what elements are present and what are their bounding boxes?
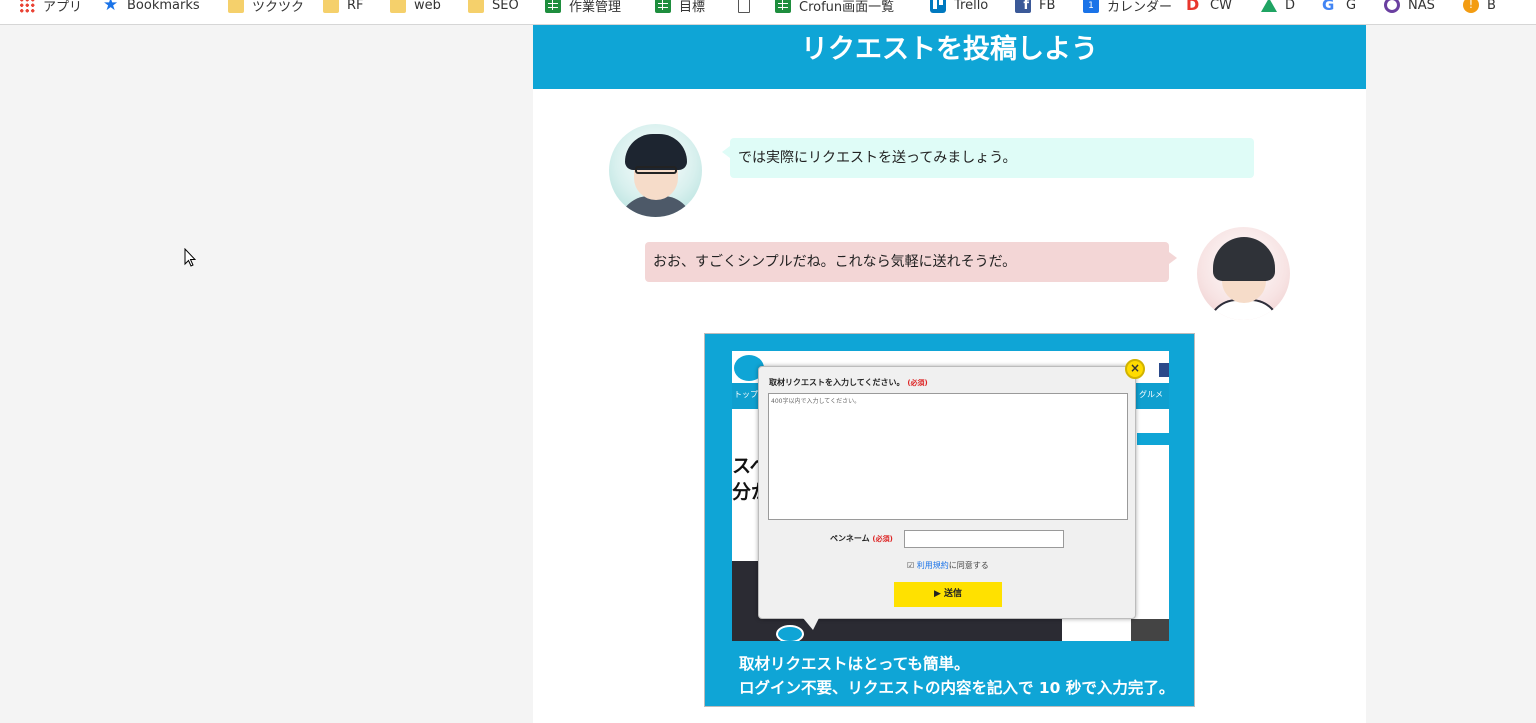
caption-line: 取材リクエストはとっても簡単。 (739, 655, 970, 673)
avatar-glasses-man (609, 124, 702, 217)
caption-line: ログイン不要、リクエストの内容を記入で 10 秒で入力完了。 (739, 679, 1175, 697)
bookmark-page[interactable] (738, 0, 758, 15)
bookmark-label: FB (1039, 0, 1056, 13)
calendar-icon: 1 (1083, 0, 1099, 13)
bookmark-label: web (414, 0, 441, 13)
bookmark-label: SEO (492, 0, 519, 13)
google-icon: G (1322, 0, 1335, 14)
bookmark-fb[interactable]: f FB (1015, 0, 1055, 15)
bookmark-sagyou-kanri[interactable]: 作業管理 (545, 0, 621, 15)
bookmark-label: ツクツク (252, 0, 305, 15)
avatar-suit-man (1197, 227, 1290, 320)
sheets-icon (775, 0, 791, 13)
terms-checkbox[interactable]: ☑ 利用規約に同意する (907, 560, 989, 571)
textarea-placeholder: 400字以内で入力してください。 (771, 398, 861, 405)
terms-link[interactable]: 利用規約 (917, 561, 949, 570)
bookmark-b[interactable]: ! B (1463, 0, 1496, 15)
bookmark-label: G (1346, 0, 1357, 13)
page-icon (738, 0, 750, 13)
close-icon[interactable]: × (1125, 359, 1145, 379)
bookmark-label: RF (347, 0, 364, 13)
chat-bubble-right: おお、すごくシンプルだね。これなら気軽に送れそうだ。 (645, 242, 1177, 282)
request-label: 取材リクエストを入力してください。 (必須) (769, 378, 928, 387)
facebook-icon: f (1015, 0, 1031, 13)
bookmark-label: Bookmarks (127, 0, 200, 13)
bookmark-nas[interactable]: NAS (1384, 0, 1435, 15)
sheets-icon (545, 0, 561, 13)
star-icon: ★ (103, 0, 119, 15)
folder-icon (390, 0, 406, 13)
b-icon: ! (1463, 0, 1479, 13)
required-mark: (必須) (907, 379, 928, 387)
bookmark-drive[interactable]: D (1261, 0, 1295, 15)
bookmark-label: B (1487, 0, 1496, 13)
chat-message: では実際にリクエストを送ってみましょう。 (738, 150, 1017, 166)
chat-message: おお、すごくシンプルだね。これなら気軽に送れそうだ。 (653, 254, 1017, 270)
bookmark-crofun[interactable]: Crofun画面一覧 (775, 0, 894, 15)
site-screenshot: トップ グルメ スペ 分か 取材リクエストを入力してください。 (必須) 400… (732, 351, 1169, 641)
bookmark-bookmarks[interactable]: ★ Bookmarks (103, 0, 200, 15)
bookmark-cw[interactable]: D CW (1186, 0, 1232, 15)
penname-input[interactable] (904, 530, 1064, 548)
facebook-icon (1159, 363, 1169, 377)
section-banner: リクエストを投稿しよう (533, 25, 1366, 89)
modal-tail (803, 618, 819, 630)
submit-button[interactable]: ▶ 送信 (894, 582, 1002, 607)
bookmark-seo[interactable]: SEO (468, 0, 519, 15)
section-title: リクエストを投稿しよう (801, 34, 1098, 65)
terms-text: に同意する (948, 561, 989, 570)
bookmark-label: アプリ (43, 0, 83, 15)
bookmark-label: D (1285, 0, 1296, 13)
request-modal: 取材リクエストを入力してください。 (必須) 400字以内で入力してください。 … (758, 359, 1145, 630)
request-textarea[interactable]: 400字以内で入力してください。 (768, 393, 1128, 520)
bookmark-rf[interactable]: RF (323, 0, 364, 15)
bookmark-label: CW (1210, 0, 1232, 13)
nav-label: グルメ (1139, 390, 1163, 399)
request-form-figure: トップ グルメ スペ 分か 取材リクエストを入力してください。 (必須) 400… (704, 333, 1195, 707)
required-mark: (必須) (872, 535, 893, 543)
bookmark-label: NAS (1408, 0, 1435, 13)
bookmark-label: 目標 (679, 0, 706, 15)
bookmark-label: Crofun画面一覧 (799, 0, 895, 15)
trello-icon (930, 0, 946, 13)
chat-bubble-left: では実際にリクエストを送ってみましょう。 (722, 138, 1254, 178)
bookmark-web[interactable]: web (390, 0, 441, 15)
thumbnail-image (1131, 619, 1169, 641)
penname-label: ペンネーム (必須) (830, 534, 893, 543)
chatwork-icon: D (1186, 0, 1200, 14)
folder-icon (323, 0, 339, 13)
nas-icon (1384, 0, 1400, 13)
bookmark-apps[interactable]: アプリ (19, 0, 82, 15)
nav-label: トップ (734, 390, 758, 399)
article-column: リクエストを投稿しよう では実際にリクエストを送ってみましょう。 おお、すごくシ… (533, 25, 1366, 723)
folder-icon (468, 0, 484, 13)
bookmark-tsukutsuku[interactable]: ツクツク (228, 0, 304, 15)
bookmark-label: 作業管理 (569, 0, 622, 15)
bookmark-trello[interactable]: Trello (930, 0, 988, 15)
bookmark-label: Trello (954, 0, 989, 13)
bookmarks-bar: アプリ ★ Bookmarks ツクツク RF web SEO 作業管理 目標 C… (0, 0, 1536, 25)
folder-icon (228, 0, 244, 13)
mouse-cursor-icon (184, 248, 196, 267)
sidebar-header (1137, 433, 1169, 445)
apps-icon (19, 0, 35, 13)
bookmark-label: カレンダー (1107, 0, 1173, 15)
bookmark-calendar[interactable]: 1 カレンダー (1083, 0, 1172, 15)
sheets-icon (655, 0, 671, 13)
figure-caption: 取材リクエストはとっても簡単。 ログイン不要、リクエストの内容を記入で 10 秒… (739, 652, 1174, 700)
bookmark-mokuhyou[interactable]: 目標 (655, 0, 705, 15)
mascot-icon (776, 625, 804, 641)
bookmark-google[interactable]: GG (1322, 0, 1356, 15)
checkbox-icon: ☑ (907, 561, 915, 570)
drive-icon (1261, 0, 1277, 12)
